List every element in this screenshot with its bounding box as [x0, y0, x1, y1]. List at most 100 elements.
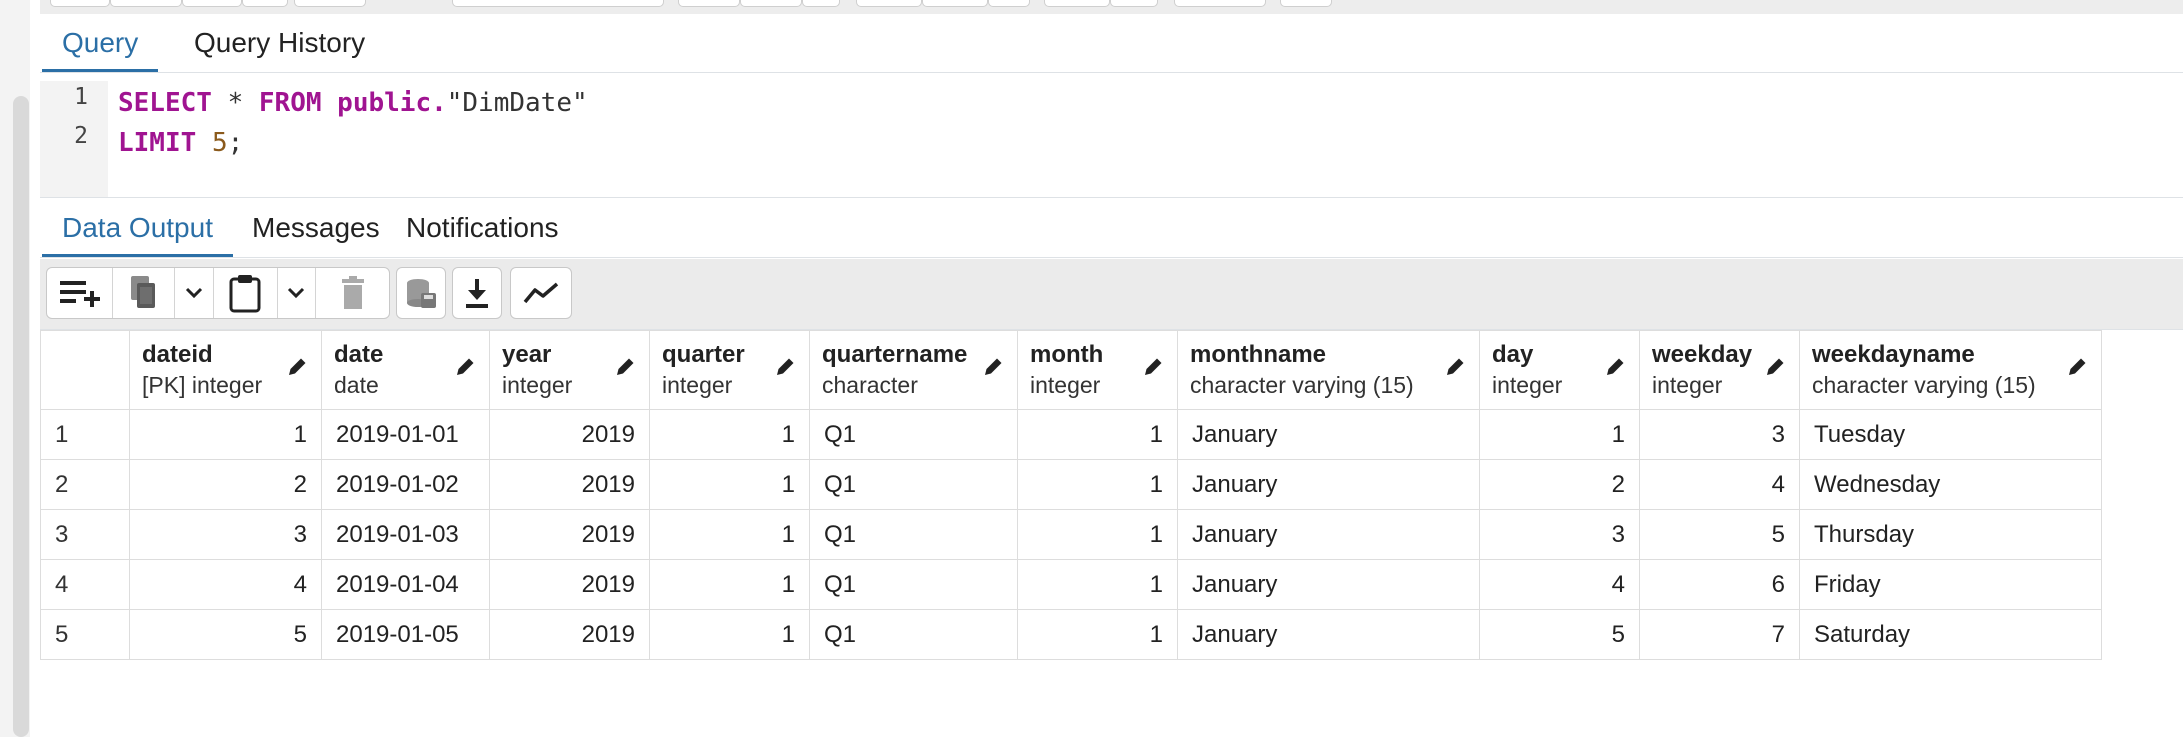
cell-quarter[interactable]: 1 — [649, 459, 810, 510]
column-header-weekday[interactable]: weekday integer — [1639, 330, 1800, 410]
cell-date[interactable]: 2019-01-01 — [321, 409, 490, 460]
cell-weekday[interactable]: 7 — [1639, 609, 1800, 660]
cell-year[interactable]: 2019 — [489, 509, 650, 560]
cell-day[interactable]: 4 — [1479, 559, 1640, 610]
row-number[interactable]: 1 — [40, 409, 130, 460]
cell-year[interactable]: 2019 — [489, 609, 650, 660]
toolbar-button[interactable] — [678, 0, 740, 7]
tab-query[interactable]: Query — [42, 14, 159, 72]
cell-dateid[interactable]: 2 — [129, 459, 322, 510]
cell-quartername[interactable]: Q1 — [809, 409, 1018, 460]
cell-quartername[interactable]: Q1 — [809, 609, 1018, 660]
column-header-day[interactable]: day integer — [1479, 330, 1640, 410]
cell-quartername[interactable]: Q1 — [809, 459, 1018, 510]
column-header-quarter[interactable]: quarter integer — [649, 330, 810, 410]
cell-monthname[interactable]: January — [1177, 459, 1480, 510]
toolbar-button[interactable] — [922, 0, 988, 7]
toolbar-button[interactable] — [50, 0, 110, 7]
column-header-weekdayname[interactable]: weekdayname character varying (15) — [1799, 330, 2102, 410]
cell-quarter[interactable]: 1 — [649, 409, 810, 460]
row-number[interactable]: 2 — [40, 459, 130, 510]
toolbar-button[interactable] — [294, 0, 366, 7]
toolbar-button[interactable] — [1044, 0, 1110, 7]
cell-day[interactable]: 3 — [1479, 509, 1640, 560]
cell-quartername[interactable]: Q1 — [809, 559, 1018, 610]
toolbar-button[interactable] — [1280, 0, 1332, 7]
column-header-year[interactable]: year integer — [489, 330, 650, 410]
copy-button[interactable] — [113, 268, 176, 318]
tab-query-history[interactable]: Query History — [174, 14, 385, 72]
row-number[interactable]: 3 — [40, 509, 130, 560]
table-row[interactable]: 5 5 2019-01-05 2019 1 Q1 1 January 5 7 S… — [40, 609, 2102, 660]
cell-day[interactable]: 5 — [1479, 609, 1640, 660]
cell-year[interactable]: 2019 — [489, 409, 650, 460]
cell-month[interactable]: 1 — [1017, 509, 1178, 560]
table-row[interactable]: 1 1 2019-01-01 2019 1 Q1 1 January 1 3 T… — [40, 409, 2102, 460]
download-button[interactable] — [452, 267, 502, 319]
cell-quarter[interactable]: 1 — [649, 609, 810, 660]
column-header-date[interactable]: date date — [321, 330, 490, 410]
toolbar-button[interactable] — [1174, 0, 1266, 7]
toolbar-button[interactable] — [182, 0, 242, 7]
cell-quarter[interactable]: 1 — [649, 509, 810, 560]
cell-month[interactable]: 1 — [1017, 409, 1178, 460]
cell-weekdayname[interactable]: Wednesday — [1799, 459, 2102, 510]
table-row[interactable]: 4 4 2019-01-04 2019 1 Q1 1 January 4 6 F… — [40, 559, 2102, 610]
cell-dateid[interactable]: 1 — [129, 409, 322, 460]
tab-messages[interactable]: Messages — [232, 199, 400, 257]
cell-dateid[interactable]: 5 — [129, 609, 322, 660]
tab-data-output[interactable]: Data Output — [42, 199, 233, 257]
sql-editor[interactable]: 1 2 SELECT * FROM public."DimDate" LIMIT… — [40, 81, 2183, 198]
cell-day[interactable]: 1 — [1479, 409, 1640, 460]
row-number[interactable]: 4 — [40, 559, 130, 610]
cell-dateid[interactable]: 3 — [129, 509, 322, 560]
cell-year[interactable]: 2019 — [489, 459, 650, 510]
delete-button[interactable] — [316, 268, 389, 318]
tab-notifications[interactable]: Notifications — [386, 199, 579, 257]
cell-monthname[interactable]: January — [1177, 559, 1480, 610]
cell-month[interactable]: 1 — [1017, 559, 1178, 610]
cell-month[interactable]: 1 — [1017, 459, 1178, 510]
cell-weekday[interactable]: 4 — [1639, 459, 1800, 510]
add-row-button[interactable] — [47, 268, 114, 318]
cell-weekday[interactable]: 5 — [1639, 509, 1800, 560]
row-number[interactable]: 5 — [40, 609, 130, 660]
column-header-monthname[interactable]: monthname character varying (15) — [1177, 330, 1480, 410]
cell-weekdayname[interactable]: Tuesday — [1799, 409, 2102, 460]
save-data-button[interactable] — [396, 267, 446, 319]
cell-weekday[interactable]: 6 — [1639, 559, 1800, 610]
cell-quartername[interactable]: Q1 — [809, 509, 1018, 560]
cell-date[interactable]: 2019-01-04 — [321, 559, 490, 610]
toolbar-button[interactable] — [1110, 0, 1158, 7]
cell-month[interactable]: 1 — [1017, 609, 1178, 660]
cell-weekdayname[interactable]: Thursday — [1799, 509, 2102, 560]
graph-visualiser-button[interactable] — [510, 267, 572, 319]
cell-monthname[interactable]: January — [1177, 509, 1480, 560]
cell-weekdayname[interactable]: Friday — [1799, 559, 2102, 610]
column-header-month[interactable]: month integer — [1017, 330, 1178, 410]
toolbar-button[interactable] — [242, 0, 288, 7]
cell-date[interactable]: 2019-01-05 — [321, 609, 490, 660]
cell-weekday[interactable]: 3 — [1639, 409, 1800, 460]
cell-date[interactable]: 2019-01-03 — [321, 509, 490, 560]
cell-date[interactable]: 2019-01-02 — [321, 459, 490, 510]
cell-year[interactable]: 2019 — [489, 559, 650, 610]
cell-quarter[interactable]: 1 — [649, 559, 810, 610]
cell-dateid[interactable]: 4 — [129, 559, 322, 610]
toolbar-button[interactable] — [802, 0, 840, 7]
toolbar-button[interactable] — [988, 0, 1030, 7]
toolbar-button[interactable] — [856, 0, 922, 7]
toolbar-button[interactable] — [452, 0, 664, 7]
cell-monthname[interactable]: January — [1177, 409, 1480, 460]
copy-options-dropdown[interactable] — [175, 268, 214, 318]
paste-button[interactable] — [214, 268, 278, 318]
column-header-dateid[interactable]: dateid [PK] integer — [129, 330, 322, 410]
cell-monthname[interactable]: January — [1177, 609, 1480, 660]
toolbar-button[interactable] — [110, 0, 182, 7]
cell-weekdayname[interactable]: Saturday — [1799, 609, 2102, 660]
column-header-quartername[interactable]: quartername character — [809, 330, 1018, 410]
table-row[interactable]: 2 2 2019-01-02 2019 1 Q1 1 January 2 4 W… — [40, 459, 2102, 510]
left-scrollbar[interactable] — [13, 96, 29, 737]
paste-options-dropdown[interactable] — [278, 268, 317, 318]
toolbar-button[interactable] — [740, 0, 802, 7]
